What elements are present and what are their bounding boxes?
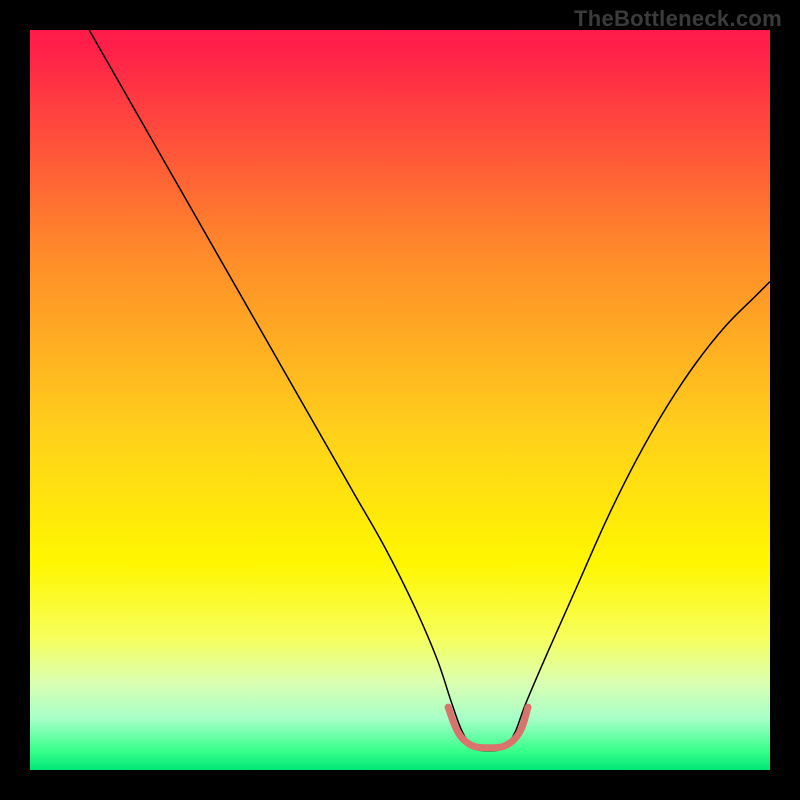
plot-area bbox=[30, 30, 770, 770]
chart-background bbox=[30, 30, 770, 770]
chart-svg bbox=[30, 30, 770, 770]
watermark-text: TheBottleneck.com bbox=[574, 6, 782, 32]
chart-frame: TheBottleneck.com bbox=[0, 0, 800, 800]
